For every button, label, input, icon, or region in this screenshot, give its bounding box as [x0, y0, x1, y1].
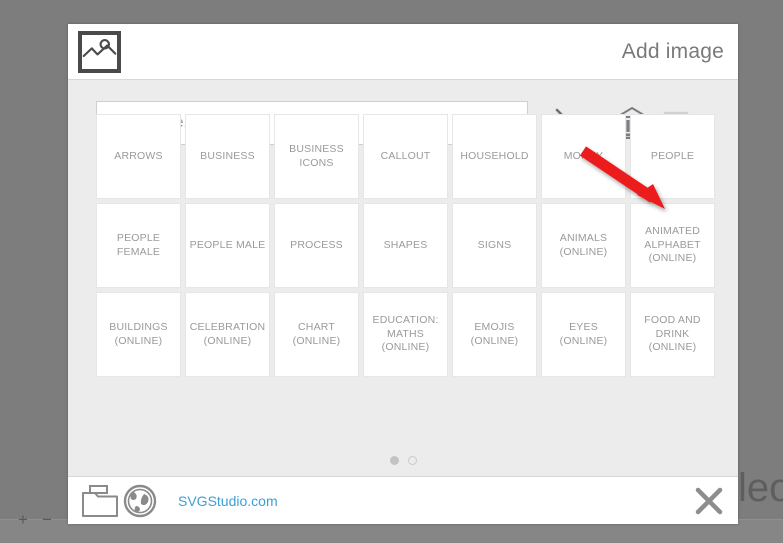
category-tile-animated-alphabet-online[interactable]: ANIMATED ALPHABET (ONLINE) [630, 203, 715, 288]
zoom-out-button[interactable]: − [42, 511, 52, 528]
category-tile-people[interactable]: PEOPLE [630, 114, 715, 199]
globe-icon[interactable] [120, 482, 160, 520]
add-image-dialog: Add image Keyword, e.g. money ARROWS BUS… [68, 24, 738, 524]
pagination-dot-2[interactable] [407, 456, 417, 465]
close-icon[interactable] [694, 486, 724, 516]
image-icon [78, 30, 121, 73]
category-tile-emojis-online[interactable]: EMOJIS (ONLINE) [452, 292, 537, 377]
category-tile-celebration-online[interactable]: CELEBRATION (ONLINE) [185, 292, 270, 377]
category-row: ARROWS BUSINESS BUSINESS ICONS CALLOUT H… [96, 114, 715, 199]
category-tile-chart-online[interactable]: CHART (ONLINE) [274, 292, 359, 377]
category-tile-callout[interactable]: CALLOUT [363, 114, 448, 199]
page-title: Add image [621, 39, 724, 63]
category-tile-arrows[interactable]: ARROWS [96, 114, 181, 199]
category-tile-money[interactable]: MONEY [541, 114, 626, 199]
category-tile-food-and-drink-online[interactable]: FOOD AND DRINK (ONLINE) [630, 292, 715, 377]
category-tile-business[interactable]: BUSINESS [185, 114, 270, 199]
pagination [68, 456, 738, 465]
background-partial-text: leo [738, 466, 783, 510]
svgstudio-link[interactable]: SVGStudio.com [178, 493, 278, 509]
category-tile-animals-online[interactable]: ANIMALS (ONLINE) [541, 203, 626, 288]
dialog-header: Add image [68, 24, 738, 80]
category-tile-process[interactable]: PROCESS [274, 203, 359, 288]
pagination-dot-1[interactable] [389, 456, 399, 465]
category-tile-buildings-online[interactable]: BUILDINGS (ONLINE) [96, 292, 181, 377]
category-tile-people-male[interactable]: PEOPLE MALE [185, 203, 270, 288]
folder-icon[interactable] [80, 482, 120, 520]
category-tile-education-maths-online[interactable]: EDUCATION: MATHS (ONLINE) [363, 292, 448, 377]
category-tile-signs[interactable]: SIGNS [452, 203, 537, 288]
category-row: BUILDINGS (ONLINE) CELEBRATION (ONLINE) … [96, 292, 715, 377]
zoom-in-button[interactable]: + [18, 511, 28, 528]
category-tile-business-icons[interactable]: BUSINESS ICONS [274, 114, 359, 199]
desktop-background: + − leo Add image Keyword, e.g. money AR… [0, 0, 783, 543]
dialog-footer: SVGStudio.com [68, 476, 738, 524]
category-grid: ARROWS BUSINESS BUSINESS ICONS CALLOUT H… [96, 114, 715, 381]
category-tile-people-female[interactable]: PEOPLE FEMALE [96, 203, 181, 288]
category-tile-shapes[interactable]: SHAPES [363, 203, 448, 288]
category-tile-household[interactable]: HOUSEHOLD [452, 114, 537, 199]
category-tile-eyes-online[interactable]: EYES (ONLINE) [541, 292, 626, 377]
category-row: PEOPLE FEMALE PEOPLE MALE PROCESS SHAPES… [96, 203, 715, 288]
